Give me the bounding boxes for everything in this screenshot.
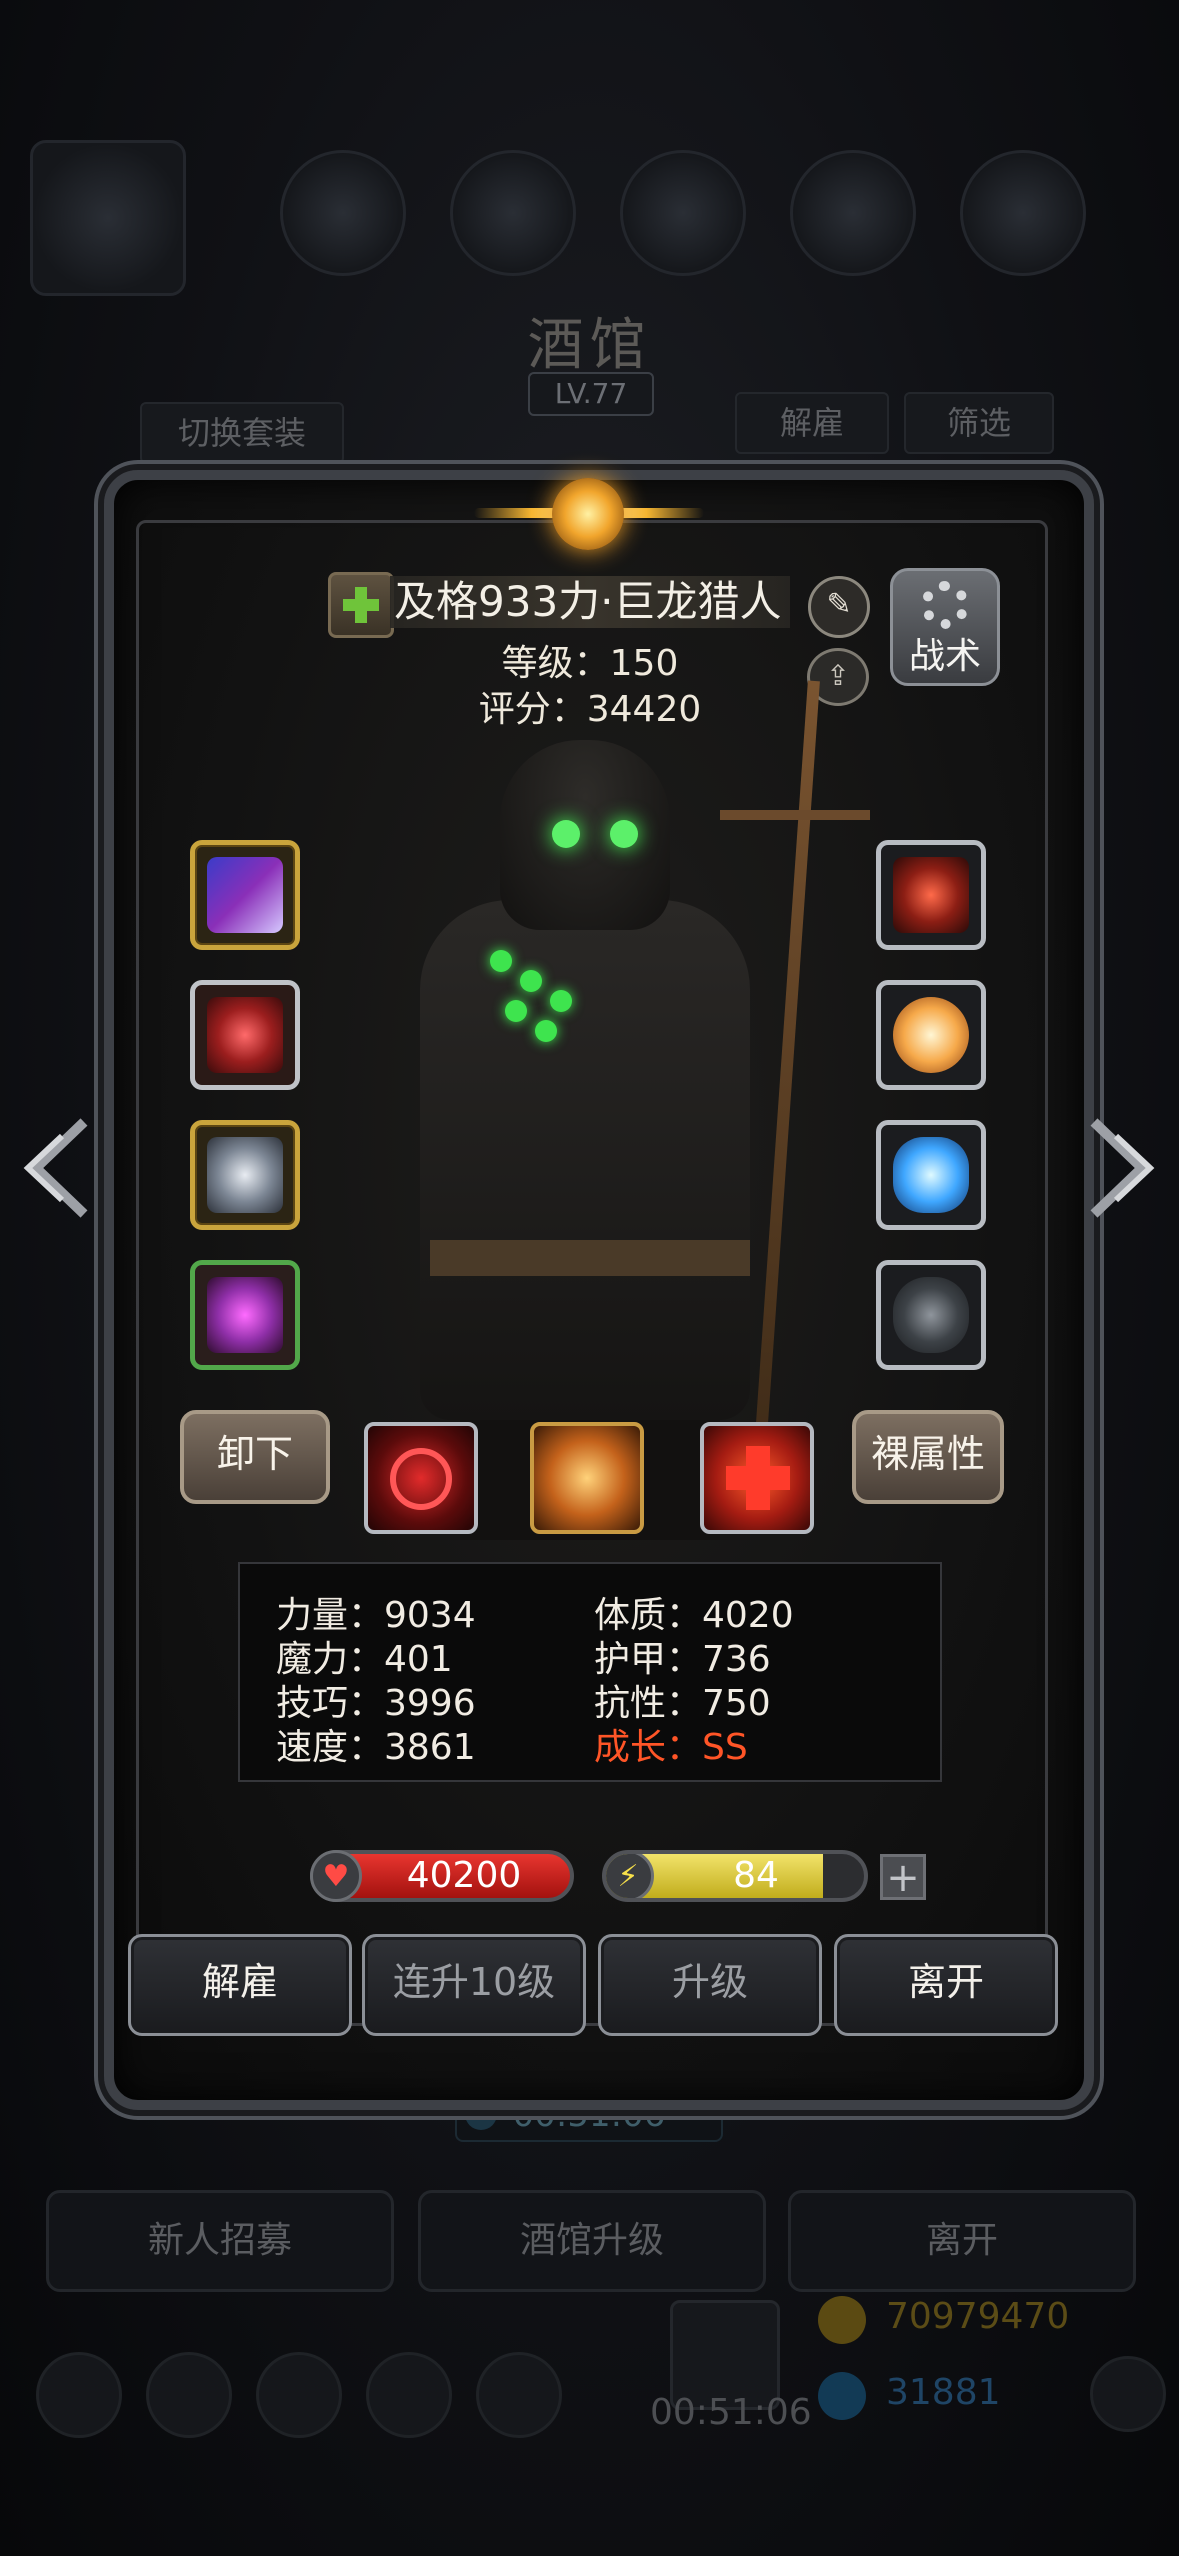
stat-growth: 成长：SS bbox=[594, 1727, 748, 1768]
panel-crest bbox=[444, 474, 734, 554]
level-up-button[interactable]: 升级 bbox=[598, 1934, 822, 2036]
filter-tab: 筛选 bbox=[904, 392, 1054, 454]
dismiss-tab: 解雇 bbox=[735, 392, 889, 454]
tavern-title: 酒馆 bbox=[527, 313, 652, 378]
equip-slot-orb[interactable] bbox=[876, 980, 986, 1090]
raw-attributes-button[interactable]: 裸属性 bbox=[852, 1410, 1004, 1504]
bottom-nav-icon-3 bbox=[256, 2352, 342, 2438]
add-currency-icon bbox=[1090, 2356, 1166, 2432]
skill-slot-2[interactable] bbox=[530, 1422, 644, 1534]
menu-icon-5 bbox=[960, 150, 1086, 276]
add-energy-button[interactable]: + bbox=[880, 1854, 926, 1900]
menu-icon-3 bbox=[620, 150, 746, 276]
top-icon-row bbox=[30, 140, 1150, 296]
hero-name-row: 及格933力·巨龙猎人 ✎ bbox=[328, 572, 870, 638]
tavern-leave-button: 离开 bbox=[788, 2190, 1136, 2292]
level-up-10-button[interactable]: 连升10级 bbox=[362, 1934, 586, 2036]
hero-name: 及格933力·巨龙猎人 bbox=[394, 577, 782, 626]
unequip-button[interactable]: 卸下 bbox=[180, 1410, 330, 1504]
menu-icon-1 bbox=[280, 150, 406, 276]
tactics-button[interactable]: 战术 bbox=[890, 568, 1000, 686]
bottom-timer: 00:51:06 bbox=[650, 2392, 812, 2433]
hp-bar: ♥ 40200 bbox=[310, 1850, 574, 1902]
leave-button[interactable]: 离开 bbox=[834, 1934, 1058, 2036]
tavern-level: LV.77 bbox=[528, 372, 654, 416]
menu-icon-2 bbox=[450, 150, 576, 276]
equip-slot-armor[interactable] bbox=[190, 980, 300, 1090]
recruit-button: 新人招募 bbox=[46, 2190, 394, 2292]
hp-value: 40200 bbox=[406, 1855, 522, 1896]
portrait-icon bbox=[30, 140, 186, 296]
heart-icon: ♥ bbox=[310, 1850, 362, 1902]
gold-amount: 70979470 bbox=[886, 2296, 1070, 2337]
equip-slot-stone[interactable] bbox=[876, 1260, 986, 1370]
energy-value: 84 bbox=[733, 1855, 779, 1896]
edit-icon[interactable]: ✎ bbox=[808, 576, 870, 638]
chevron-left-icon[interactable] bbox=[14, 1116, 98, 1220]
gold-coin-icon bbox=[818, 2296, 866, 2344]
bottom-nav-icon-4 bbox=[366, 2352, 452, 2438]
equip-slot-boots[interactable] bbox=[190, 1260, 300, 1370]
gear-icon bbox=[921, 581, 969, 629]
energy-bar: ⚡ 84 bbox=[602, 1850, 868, 1902]
gem-icon bbox=[818, 2372, 866, 2420]
dismiss-button[interactable]: 解雇 bbox=[128, 1934, 352, 2036]
hero-portrait bbox=[360, 680, 870, 1540]
emblem-icon bbox=[552, 478, 624, 550]
lightning-icon: ⚡ bbox=[606, 1854, 654, 1898]
tavern-upgrade-button: 酒馆升级 bbox=[418, 2190, 766, 2292]
bottom-nav-icon-1 bbox=[36, 2352, 122, 2438]
stats-box: 力量：9034 魔力：401 技巧：3996 速度：3861 体质：4020 护… bbox=[238, 1562, 942, 1782]
skill-slot-1[interactable] bbox=[364, 1422, 478, 1534]
switch-set-tab: 切换套装 bbox=[140, 402, 344, 464]
gem-amount: 31881 bbox=[886, 2372, 1001, 2413]
plus-icon[interactable] bbox=[328, 572, 394, 638]
equip-slot-helmet[interactable] bbox=[190, 1120, 300, 1230]
hero-level: 等级：150 bbox=[501, 643, 679, 684]
bottom-nav-icon-5 bbox=[476, 2352, 562, 2438]
stat-speed: 速度：3861 bbox=[276, 1727, 476, 1768]
chevron-right-icon[interactable] bbox=[1080, 1116, 1164, 1220]
equip-slot-gem[interactable] bbox=[876, 1120, 986, 1230]
bottom-nav-icon-2 bbox=[146, 2352, 232, 2438]
tactics-label: 战术 bbox=[908, 636, 981, 677]
equip-slot-amulet[interactable] bbox=[876, 840, 986, 950]
menu-icon-4 bbox=[790, 150, 916, 276]
equip-slot-weapon[interactable] bbox=[190, 840, 300, 950]
skill-slot-3[interactable] bbox=[700, 1422, 814, 1534]
